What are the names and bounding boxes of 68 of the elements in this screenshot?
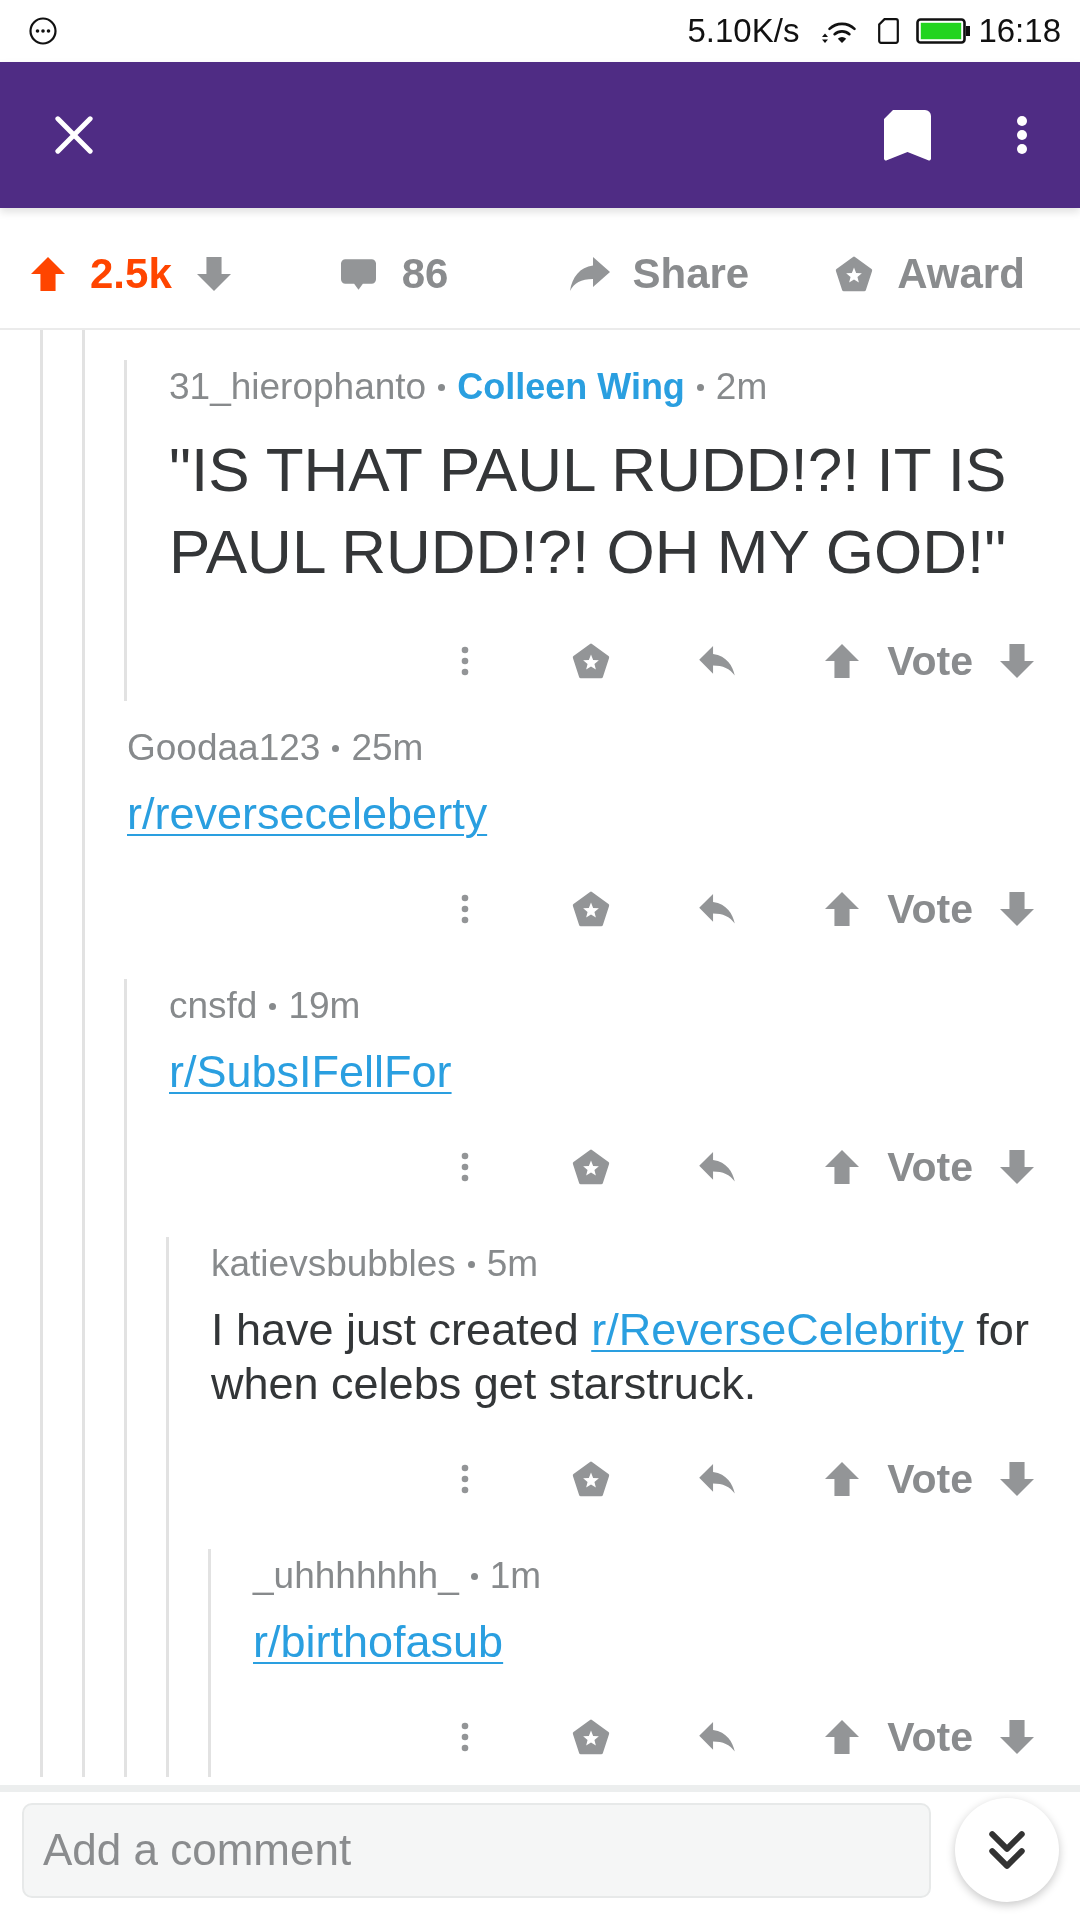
downvote-icon[interactable] (1000, 1462, 1034, 1496)
upvote-icon[interactable] (825, 1462, 860, 1496)
share-icon (570, 257, 611, 291)
comment-field[interactable]: Add a comment (22, 1802, 931, 1898)
separator-dot-icon (269, 1002, 277, 1010)
more-vertical-icon[interactable] (1016, 116, 1028, 154)
comment-author: 31_hierophanto (169, 366, 427, 408)
separator-dot-icon (467, 1260, 475, 1268)
comments-button[interactable]: 86 (340, 249, 449, 299)
bookmark-icon[interactable] (884, 109, 931, 161)
comment-age: 5m (486, 1243, 539, 1285)
downvote-icon[interactable] (1000, 1150, 1034, 1184)
award-icon[interactable] (572, 1461, 611, 1497)
comment-author: katievsbubbles (211, 1243, 456, 1285)
reply-icon[interactable] (699, 1722, 736, 1752)
reply-icon[interactable] (699, 1152, 736, 1182)
award-button[interactable]: Award (835, 249, 1025, 299)
downvote-icon[interactable] (1000, 644, 1034, 678)
comment-icon (340, 258, 376, 290)
upvote-icon[interactable] (825, 644, 860, 678)
double-chevron-down-icon (989, 1831, 1025, 1869)
close-icon[interactable] (55, 116, 93, 154)
upvote-icon[interactable] (825, 1150, 860, 1184)
award-icon (835, 256, 874, 292)
downvote-icon[interactable] (1000, 892, 1034, 926)
vote-label: Vote (887, 885, 973, 934)
subreddit-link[interactable]: r/birthofasub (253, 1616, 504, 1667)
comment-age: 2m (715, 366, 768, 408)
scroll-down-button[interactable] (955, 1798, 1059, 1902)
comment-heading: "IS THAT PAUL RUDD!?! IT IS PAUL RUDD!?! OH MY GOD!" (169, 434, 1008, 588)
subreddit-link[interactable]: r/reverseceleberty (127, 788, 488, 839)
comment-text: I have just created r/ReverseCelebrity for when celebs get starstruck. (211, 1303, 1030, 1411)
separator-dot-icon (438, 383, 446, 391)
subreddit-link[interactable]: r/SubsIFellFor (169, 1046, 452, 1097)
vote-label: Vote (887, 1455, 973, 1504)
upvote-icon[interactable] (31, 257, 65, 291)
comment-author: _uhhhhhhh_ (253, 1555, 459, 1597)
award-icon[interactable] (572, 1149, 611, 1185)
comment-age: 25m (351, 727, 424, 769)
separator-dot-icon (470, 1572, 478, 1580)
status-time: 16:18 (978, 11, 1061, 51)
award-icon[interactable] (572, 891, 611, 927)
upvote-icon[interactable] (825, 1720, 860, 1754)
upvote-icon[interactable] (825, 892, 860, 926)
battery-icon (916, 18, 971, 44)
separator-dot-icon (332, 744, 340, 752)
vote-label: Vote (887, 1713, 973, 1762)
separator-dot-icon (696, 383, 704, 391)
user-flair: Colleen Wing (457, 366, 685, 408)
share-button[interactable]: Share (570, 249, 750, 299)
downvote-icon[interactable] (196, 257, 231, 291)
vote-label: Vote (887, 1143, 973, 1192)
subreddit-link[interactable]: r/ReverseCelebrity (591, 1304, 964, 1355)
network-speed: 5.10K/s (687, 11, 800, 51)
dots-circle-icon (29, 17, 57, 45)
comment-author: cnsfd (169, 985, 258, 1027)
vote-score: 2.5k (90, 250, 172, 298)
comment-author: Goodaa123 (127, 727, 321, 769)
award-icon[interactable] (572, 1719, 611, 1755)
comment-age: 19m (288, 985, 361, 1027)
vote-label: Vote (887, 637, 973, 686)
reply-icon[interactable] (699, 894, 736, 924)
reply-icon[interactable] (699, 646, 736, 676)
downvote-icon[interactable] (1000, 1720, 1034, 1754)
comment-age: 1m (489, 1555, 542, 1597)
sim-card-icon (878, 18, 900, 44)
award-icon[interactable] (572, 643, 611, 679)
reply-icon[interactable] (699, 1464, 736, 1494)
